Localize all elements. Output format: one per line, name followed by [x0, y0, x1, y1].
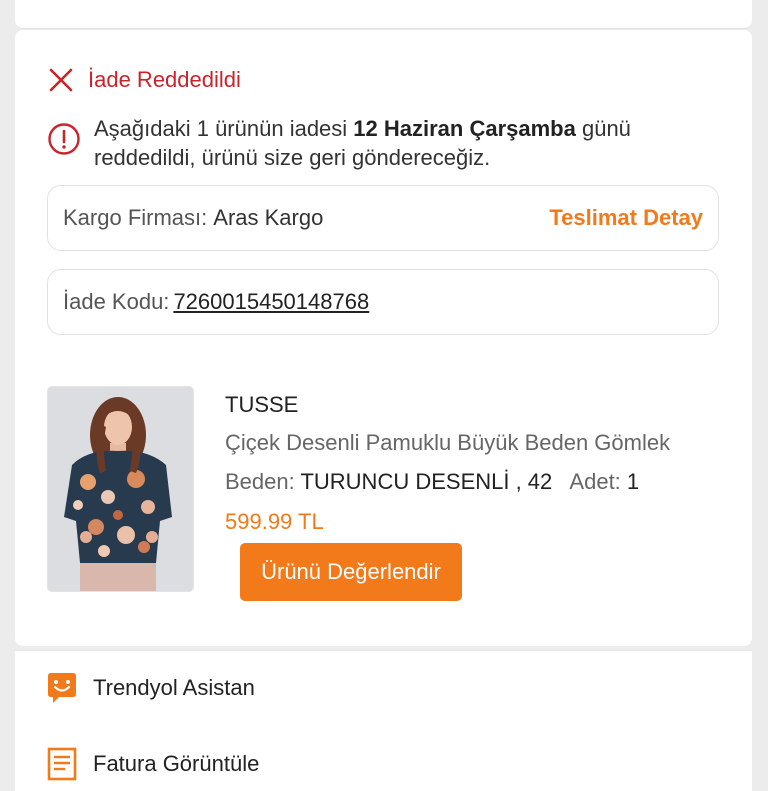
delivery-detail-link[interactable]: Teslimat Detay — [549, 205, 703, 231]
rejection-notice: Aşağıdaki 1 ürünün iadesi 12 Haziran Çar… — [47, 114, 707, 172]
size-value: TURUNCU DESENLİ , 42 — [300, 469, 553, 494]
top-card — [15, 0, 752, 29]
invoice-icon — [47, 747, 77, 781]
close-icon — [49, 68, 73, 92]
return-status: İade Reddedildi — [47, 66, 241, 94]
product-image[interactable] — [47, 386, 194, 592]
product-variant: Beden: TURUNCU DESENLİ , 42 Adet: 1 — [225, 469, 639, 495]
notice-text: Aşağıdaki 1 ürünün iadesi 12 Haziran Çar… — [94, 116, 631, 170]
product-brand: TUSSE — [225, 392, 299, 417]
product-photo — [48, 387, 193, 591]
order-menu: Trendyol Asistan Fatura Görüntüle — [15, 650, 752, 791]
info-icon — [48, 123, 80, 155]
rate-product-button[interactable]: Ürünü Değerlendir — [240, 543, 462, 601]
cargo-info-box: Kargo Firması: Aras Kargo Teslimat Detay — [47, 185, 719, 251]
assistant-chat-icon — [48, 673, 76, 703]
return-status-card: İade Reddedildi Aşağıdaki 1 ürünün iades… — [15, 30, 752, 646]
size-label: Beden: — [225, 469, 295, 494]
menu-item-assistant[interactable]: Trendyol Asistan — [45, 671, 255, 705]
menu-label-assistant: Trendyol Asistan — [93, 675, 255, 700]
notice-date: 12 Haziran Çarşamba — [353, 116, 576, 141]
qty-value: 1 — [626, 469, 640, 494]
cargo-label: Kargo Firması: — [63, 205, 208, 230]
return-code-label: İade Kodu: — [63, 289, 170, 314]
product-name[interactable]: Çiçek Desenli Pamuklu Büyük Beden Gömlek — [225, 430, 670, 456]
return-code-box: İade Kodu: 7260015450148768 — [47, 269, 719, 335]
status-text: İade Reddedildi — [88, 67, 241, 92]
qty-label: Adet: — [569, 469, 621, 494]
menu-item-invoice[interactable]: Fatura Görüntüle — [45, 747, 259, 781]
cargo-value: Aras Kargo — [213, 205, 324, 230]
return-code-value[interactable]: 7260015450148768 — [173, 289, 369, 315]
menu-label-invoice: Fatura Görüntüle — [93, 751, 260, 776]
product-price: 599.99 TL — [225, 509, 324, 534]
